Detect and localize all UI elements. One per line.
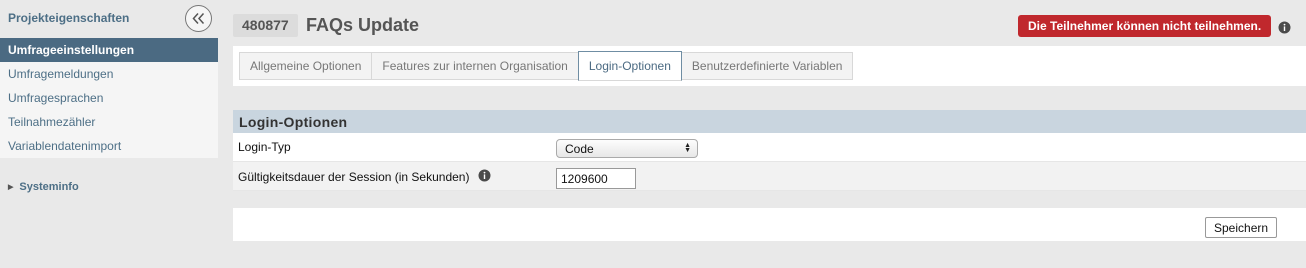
info-icon[interactable] [478,169,491,185]
collapse-sidebar-button[interactable] [185,5,212,32]
tab-bar: Allgemeine Optionen Features zur interne… [239,51,854,81]
survey-id-badge: 480877 [233,14,298,37]
sidebar-title: Projekteigenschaften [8,11,130,25]
session-duration-label-text: Gültigkeitsdauer der Session (in Sekunde… [238,170,470,184]
login-type-label: Login-Typ [238,140,291,154]
status-alert[interactable]: Die Teilnehmer können nicht teilnehmen. [1018,15,1272,37]
login-type-value: Code [565,142,594,156]
sidebar-item-umfrageeinstellungen[interactable]: Umfrageeinstellungen [0,38,218,62]
tab-panel: Allgemeine Optionen Features zur interne… [233,46,1306,86]
systeminfo-toggle[interactable]: ▶ Systeminfo [8,181,79,193]
systeminfo-label: Systeminfo [19,181,79,193]
tab-allgemeine-optionen[interactable]: Allgemeine Optionen [239,52,372,80]
info-icon[interactable] [1278,21,1291,37]
sidebar-list: Umfragemeldungen Umfragesprachen Teilnah… [0,62,218,158]
login-type-select[interactable]: Code ▲ ▼ [556,139,698,158]
triangle-right-icon: ▶ [8,184,14,191]
sidebar: Projekteigenschaften Umfrageeinstellunge… [0,0,218,268]
login-options-section: Login-Optionen Login-Typ Code ▲ ▼ Gültigk… [233,110,1306,191]
tab-login-optionen[interactable]: Login-Optionen [577,51,682,81]
sidebar-item-umfragemeldungen[interactable]: Umfragemeldungen [0,62,218,86]
page-title: FAQs Update [306,15,420,35]
sidebar-header: Projekteigenschaften [0,0,218,37]
session-duration-row: Gültigkeitsdauer der Session (in Sekunde… [233,162,1306,191]
tab-features-interne-organisation[interactable]: Features zur internen Organisation [371,52,578,80]
save-panel: Speichern [233,208,1306,241]
sidebar-item-umfragesprachen[interactable]: Umfragesprachen [0,86,218,110]
session-duration-label: Gültigkeitsdauer der Session (in Sekunde… [238,169,491,185]
double-chevron-left-icon [192,12,205,25]
select-arrows-icon: ▲ ▼ [684,142,691,154]
sidebar-item-teilnahmezaehler[interactable]: Teilnahmezähler [0,110,218,134]
login-type-row: Login-Typ Code ▲ ▼ [233,133,1306,162]
section-title: Login-Optionen [233,110,1306,133]
login-type-label-text: Login-Typ [238,140,291,154]
sidebar-item-variablendatenimport[interactable]: Variablendatenimport [0,134,218,158]
tab-benutzerdefinierte-variablen[interactable]: Benutzerdefinierte Variablen [681,52,854,80]
save-button[interactable]: Speichern [1205,217,1278,238]
session-duration-input[interactable] [556,168,636,189]
